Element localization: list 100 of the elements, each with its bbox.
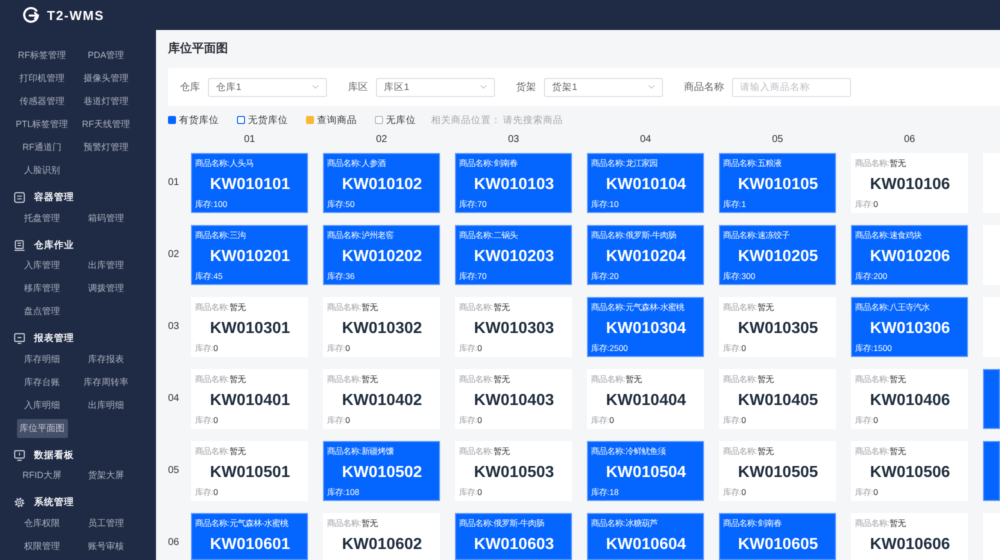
- menu-group-title[interactable]: 报表管理: [34, 332, 74, 345]
- menu-item[interactable]: 出库管理: [85, 256, 127, 275]
- menu-group-title[interactable]: 系统管理: [34, 496, 74, 509]
- location-card[interactable]: 商品名称:暂无 KW010405 库存:0: [719, 369, 836, 429]
- menu-item[interactable]: 摄像头管理: [80, 69, 132, 88]
- location-code: KW010203: [474, 247, 554, 267]
- row-header: 01: [168, 177, 180, 189]
- location-card[interactable]: 商品名称:暂无 KW010506 库存:0: [851, 441, 968, 501]
- menu-item[interactable]: RFID大屏: [20, 466, 64, 485]
- location-card[interactable]: 商品名称:暂无 KW010302 库存:0: [323, 297, 440, 357]
- location-card[interactable]: [983, 441, 1000, 501]
- location-code: KW010501: [210, 463, 290, 483]
- menu-item[interactable]: 人脸识别: [21, 161, 63, 180]
- location-card[interactable]: 商品名称:暂无 KW010303 库存:0: [455, 297, 572, 357]
- location-card[interactable]: 商品名称:暂无 KW010505 库存:0: [719, 441, 836, 501]
- location-card[interactable]: 商品名称:人参酒 KW010102 库存:50: [323, 153, 440, 213]
- location-code: KW010302: [342, 319, 422, 339]
- menu-item[interactable]: 盘点管理: [21, 302, 63, 321]
- location-card[interactable]: 商品名称:八王寺汽水 KW010306 库存:1500: [851, 297, 968, 357]
- location-code: KW010303: [474, 319, 554, 339]
- menu-item[interactable]: RF标签管理: [15, 46, 69, 65]
- column-header: 02: [374, 134, 388, 146]
- location-code: KW010405: [738, 391, 818, 411]
- location-card[interactable]: 商品名称:冰糖葫芦 KW010604: [587, 513, 704, 560]
- location-card[interactable]: 商品名称:暂无 KW010301 库存:0: [191, 297, 308, 357]
- stock-value: 0: [213, 415, 218, 425]
- menu-item[interactable]: 箱码管理: [85, 208, 127, 228]
- menu-item[interactable]: 入库明细: [21, 396, 63, 414]
- menu-item[interactable]: 巷道灯管理: [80, 92, 132, 111]
- location-card[interactable]: 商品名称:俄罗斯-牛肉肠 KW010204 库存:20: [587, 225, 704, 285]
- menu-item[interactable]: 账号审核: [85, 536, 127, 556]
- location-card[interactable]: 商品名称:暂无 KW010403 库存:0: [455, 369, 572, 429]
- menu-item[interactable]: PTL标签管理: [12, 115, 72, 134]
- row-header: 04: [168, 393, 180, 405]
- menu-item[interactable]: 仓库权限: [21, 514, 63, 532]
- page-title: 库位平面图: [168, 40, 228, 56]
- location-card[interactable]: 商品名称:暂无 KW010501 库存:0: [191, 441, 308, 501]
- name-label: 商品名称:: [195, 518, 230, 528]
- stock-value: 0: [873, 415, 878, 425]
- menu-item[interactable]: 库存周转率: [80, 372, 132, 392]
- location-card[interactable]: 商品名称:暂无 KW010602: [323, 513, 440, 560]
- location-card[interactable]: 商品名称:俄罗斯-牛肉肠 KW010603: [455, 513, 572, 560]
- menu-item[interactable]: 调拨管理: [85, 279, 127, 298]
- menu-item[interactable]: 库存台账: [21, 372, 63, 392]
- location-card[interactable]: 商品名称:五粮液 KW010105 库存:1: [719, 153, 836, 213]
- location-card[interactable]: 商品名称:三沟 KW010201 库存:45: [191, 225, 308, 285]
- stock-value: 0: [873, 199, 878, 209]
- menu-group-title[interactable]: 仓库作业: [34, 238, 74, 252]
- menu-item[interactable]: 打印机管理: [16, 69, 68, 88]
- location-card[interactable]: 商品名称:速冻饺子 KW010205 库存:300: [719, 225, 836, 285]
- location-card[interactable]: 商品名称:二锅头 KW010203 库存:70: [455, 225, 572, 285]
- menu-group-title[interactable]: 数据看板: [34, 448, 74, 462]
- location-card[interactable]: 商品名称:暂无 KW010606: [851, 513, 968, 560]
- menu-item[interactable]: 员工管理: [85, 514, 127, 532]
- location-card[interactable]: 商品名称:剑南春 KW010605: [719, 513, 836, 560]
- menu-item[interactable]: 预警灯管理: [80, 138, 132, 157]
- location-card[interactable]: 商品名称:暂无 KW010401 库存:0: [191, 369, 308, 429]
- location-card[interactable]: 商品名称:暂无 KW010404 库存:0: [587, 369, 704, 429]
- location-code: KW010104: [606, 175, 686, 195]
- legend-label: 无库位: [386, 114, 416, 126]
- menu-item[interactable]: 移库管理: [21, 279, 63, 298]
- select-field[interactable]: 库区1: [376, 78, 495, 96]
- menu-item[interactable]: RF天线管理: [79, 115, 133, 134]
- menu-item[interactable]: RF通道门: [20, 138, 64, 157]
- menu-item[interactable]: PDA管理: [84, 46, 128, 65]
- location-card[interactable]: [983, 369, 1000, 429]
- menu-item[interactable]: 传感器管理: [16, 92, 68, 111]
- location-card[interactable]: 商品名称:元气森林-水蜜桃 KW010601: [191, 513, 308, 560]
- column-header: 03: [506, 134, 520, 146]
- location-card[interactable]: 商品名称:剑南春 KW010103 库存:70: [455, 153, 572, 213]
- location-card[interactable]: 商品名称:暂无 KW010503 库存:0: [455, 441, 572, 501]
- stock-label: 库存:: [459, 415, 478, 425]
- location-card[interactable]: 商品名称:龙江家园 KW010104 库存:10: [587, 153, 704, 213]
- location-card[interactable]: 商品名称:新疆烤馕 KW010502 库存:108: [323, 441, 440, 501]
- select-field[interactable]: 仓库1: [208, 78, 327, 96]
- name-label: 商品名称:: [327, 158, 362, 168]
- location-card[interactable]: 商品名称:暂无 KW010106 库存:0: [851, 153, 968, 213]
- menu-item[interactable]: 库位平面图: [16, 418, 68, 438]
- menu-item[interactable]: 托盘管理: [21, 208, 63, 228]
- location-card[interactable]: 商品名称:人头马 KW010101 库存:100: [191, 153, 308, 213]
- menu-item[interactable]: 入库管理: [21, 256, 63, 275]
- location-card[interactable]: 商品名称:元气森林-水蜜桃 KW010304 库存:2500: [587, 297, 704, 357]
- menu-item[interactable]: 货架大屏: [85, 466, 127, 485]
- menu-item[interactable]: 权限管理: [21, 536, 63, 556]
- location-card[interactable]: 商品名称:速食鸡块 KW010206 库存:200: [851, 225, 968, 285]
- menu-item[interactable]: 库存明细: [21, 350, 63, 368]
- select-field[interactable]: 货架1: [544, 78, 663, 96]
- location-card[interactable]: 商品名称:冷鲜鱿鱼须 KW010504 库存:18: [587, 441, 704, 501]
- stock-value: 0: [741, 487, 746, 497]
- filter-label: 货架: [516, 80, 536, 94]
- name-label: 商品名称:: [591, 374, 626, 384]
- menu-item[interactable]: 库存报表: [85, 350, 127, 368]
- menu-item[interactable]: 出库明细: [85, 396, 127, 414]
- location-card[interactable]: 商品名称:泸州老窖 KW010202 库存:36: [323, 225, 440, 285]
- search-field[interactable]: 请输入商品名称: [732, 78, 851, 96]
- menu-group-title[interactable]: 容器管理: [34, 191, 74, 204]
- name-label: 商品名称:: [327, 302, 362, 312]
- location-card[interactable]: 商品名称:暂无 KW010406 库存:0: [851, 369, 968, 429]
- location-card[interactable]: 商品名称:暂无 KW010402 库存:0: [323, 369, 440, 429]
- location-card[interactable]: 商品名称:暂无 KW010305 库存:0: [719, 297, 836, 357]
